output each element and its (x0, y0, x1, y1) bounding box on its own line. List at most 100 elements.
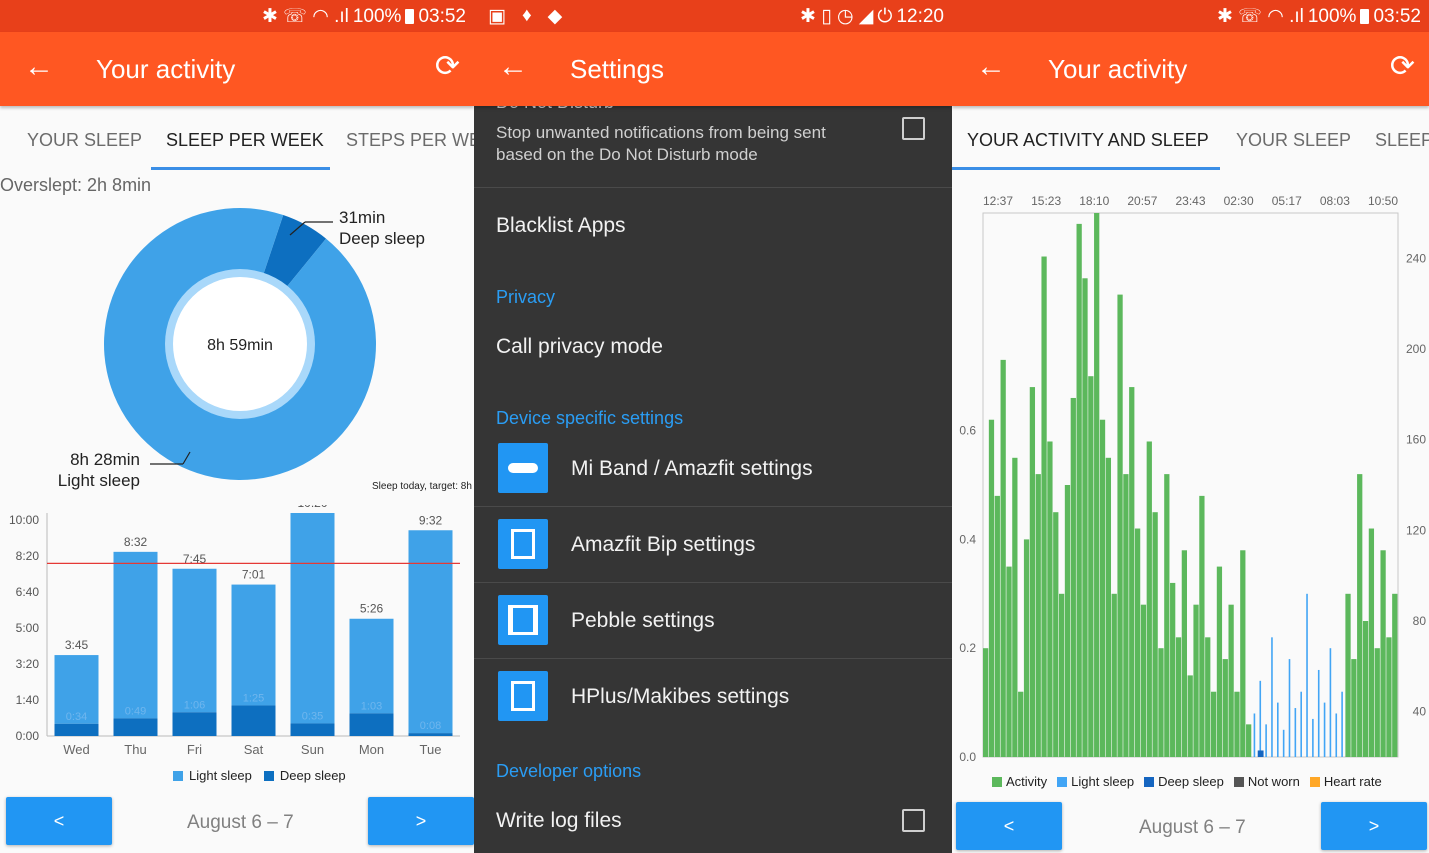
active-tab-indicator (952, 167, 1220, 170)
mi-band-icon (498, 443, 548, 493)
x-tick-label: Thu (124, 742, 146, 757)
toolbar-title: Your activity (1048, 54, 1188, 84)
dnd-checkbox[interactable] (902, 117, 925, 140)
activity-bar (1047, 441, 1053, 757)
next-date-button[interactable]: > (1321, 802, 1427, 850)
activity-bar (1088, 376, 1094, 757)
sync-icon[interactable]: ⟳ (435, 52, 460, 82)
amazfit-bip-settings-item[interactable]: Amazfit Bip settings (571, 533, 755, 557)
activity-bar (1392, 593, 1398, 757)
activity-bar (983, 648, 989, 757)
activity-bar (1345, 593, 1351, 757)
activity-bar (1181, 550, 1187, 757)
y-right-tick-label: 160 (1406, 433, 1426, 447)
active-tab-indicator (151, 167, 330, 170)
bar-total-label: 8:32 (124, 535, 148, 549)
bar-deep-sleep (172, 712, 217, 736)
back-arrow-icon[interactable]: ← (24, 52, 54, 82)
light-sleep-mark (1312, 718, 1314, 757)
status-time: 12:20 (896, 5, 944, 27)
light-sleep-mark (1317, 669, 1320, 757)
battery-icon (1360, 9, 1370, 24)
overslept-text: Overslept: 2h 8min (0, 175, 152, 195)
activity-bar (1035, 474, 1041, 757)
y-tick-label: 3:20 (16, 657, 40, 671)
dnd-description-line2: based on the Do Not Disturb mode (496, 145, 758, 164)
deep-time-label: 31min (339, 208, 385, 227)
tab-sleep-per-week[interactable]: SLEEP PER WEEK (166, 130, 324, 151)
tab-sleep[interactable]: SLEEP (1375, 130, 1429, 151)
mi-band-settings-item[interactable]: Mi Band / Amazfit settings (571, 457, 813, 481)
dnd-description-line1: Stop unwanted notifications from being s… (496, 123, 826, 142)
activity-bar (1134, 528, 1141, 757)
activity-bar (1357, 474, 1363, 757)
activity-bar (1368, 528, 1375, 757)
x-tick-label: Fri (187, 742, 202, 757)
light-sleep-mark (1265, 724, 1267, 757)
back-arrow-icon[interactable]: ← (976, 52, 1006, 82)
prev-date-button[interactable]: < (6, 797, 112, 845)
tab-activity-and-sleep[interactable]: YOUR ACTIVITY AND SLEEP (967, 130, 1209, 151)
next-date-button[interactable]: > (368, 797, 474, 845)
light-sleep-mark (1253, 713, 1256, 757)
divider (474, 187, 952, 188)
write-log-checkbox[interactable] (902, 809, 925, 832)
tab-your-sleep[interactable]: YOUR SLEEP (27, 130, 142, 151)
y-left-tick-label: 0.6 (959, 424, 976, 438)
device-settings-section-header: Device specific settings (496, 408, 684, 428)
call-privacy-mode-item[interactable]: Call privacy mode (496, 335, 663, 359)
tab-steps-per-week[interactable]: STEPS PER WE (346, 130, 474, 151)
bar-light-sleep (172, 568, 217, 713)
back-arrow-icon[interactable]: ← (498, 52, 528, 82)
bar-total-label: 10:20 (297, 505, 327, 510)
hplus-makibes-settings-item[interactable]: HPlus/Makibes settings (571, 685, 789, 709)
activity-bar (1170, 582, 1176, 757)
bar-deep-sleep (349, 713, 394, 736)
legend-label: Not worn (1247, 774, 1300, 789)
activity-bar (1058, 593, 1065, 757)
activity-bar (1105, 457, 1112, 757)
legend-label: Light sleep (1071, 774, 1135, 789)
prev-date-button[interactable]: < (956, 802, 1062, 850)
activity-bar (1187, 675, 1193, 757)
activity-sleep-chart: 0.0 0.2 0.4 0.6 40 80 120 160 200 240 12:37 15:23 18… (959, 194, 1427, 764)
bar-deep-label: 1:25 (243, 692, 264, 704)
activity-bar (1216, 566, 1223, 757)
activity-bar (1070, 397, 1076, 757)
activity-bar (1053, 512, 1059, 757)
battery-level: 100% (352, 5, 402, 27)
activity-bar (1240, 550, 1246, 757)
light-sleep-mark (1294, 708, 1297, 757)
y-left-tick-label: 0.0 (959, 750, 976, 764)
divider (474, 506, 952, 507)
x-tick-label: Tue (420, 742, 442, 757)
y-tick-label: 0:00 (16, 729, 40, 743)
y-right-tick-label: 80 (1413, 614, 1427, 628)
light-name-label: Light sleep (58, 471, 140, 490)
toolbar: ← Your activity ⟳ (0, 32, 474, 106)
legend-swatch (1309, 776, 1320, 787)
bar-deep-sleep (113, 718, 158, 736)
light-sleep-mark (1341, 691, 1343, 757)
status-bar: ✱ ☏ ◠ .ıl 100% 03:52 (0, 0, 474, 32)
status-time: 03:52 (1373, 5, 1421, 27)
legend-swatch (992, 776, 1002, 787)
activity-bar (1094, 213, 1100, 757)
sync-icon[interactable]: ⟳ (1390, 52, 1415, 82)
tab-your-sleep[interactable]: YOUR SLEEP (1236, 130, 1351, 151)
date-range-label: August 6 – 7 (1139, 817, 1246, 838)
activity-bar (1386, 637, 1392, 757)
pebble-settings-item[interactable]: Pebble settings (571, 609, 715, 633)
bar-total-label: 9:32 (419, 513, 443, 527)
x-tick-label: 23:43 (1176, 194, 1206, 208)
x-tick-label: 10:50 (1368, 194, 1398, 208)
privacy-section-header: Privacy (496, 287, 556, 307)
x-tick-label: 15:23 (1031, 194, 1061, 208)
status-time: 03:52 (418, 5, 466, 27)
activity-bar (1380, 550, 1386, 757)
activity-bar (1029, 387, 1036, 757)
blacklist-apps-item[interactable]: Blacklist Apps (496, 214, 626, 238)
activity-bar (1228, 604, 1234, 757)
write-log-files-item[interactable]: Write log files (496, 809, 622, 833)
y-left-tick-label: 0.2 (959, 641, 976, 655)
